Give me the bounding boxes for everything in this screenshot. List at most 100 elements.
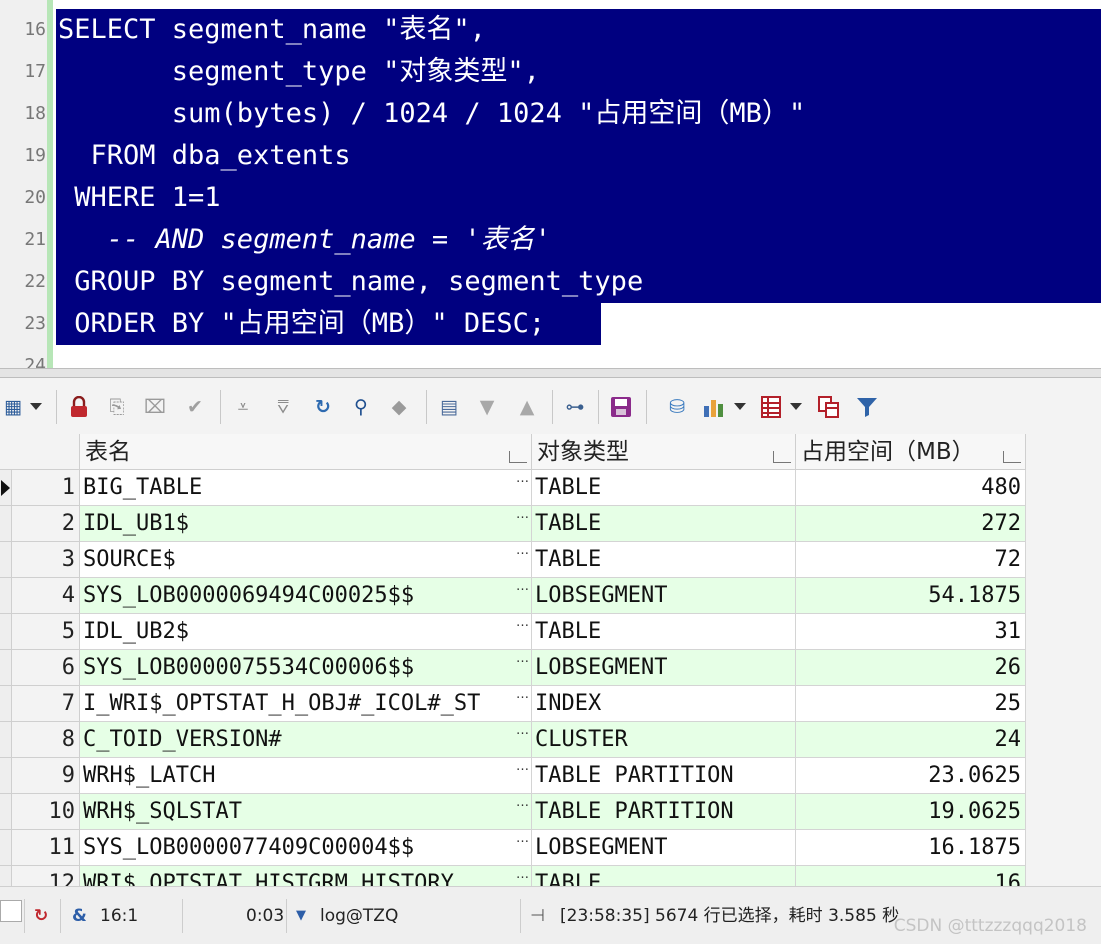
cell-space-mb[interactable]: 31 <box>796 614 1026 650</box>
cell-space-mb[interactable]: 25 <box>796 686 1026 722</box>
ellipsis-button[interactable]: … <box>516 688 529 701</box>
cell-segment-name[interactable]: IDL_UB1$… <box>80 506 532 542</box>
cell-segment-type[interactable]: TABLE PARTITION <box>532 794 796 830</box>
post-check-icon[interactable]: ✔ <box>182 394 208 420</box>
next-page-icon[interactable]: ▼ <box>474 394 500 420</box>
cell-space-mb[interactable]: 19.0625 <box>796 794 1026 830</box>
row-indicator[interactable] <box>0 506 12 542</box>
cell-space-mb[interactable]: 16 <box>796 866 1026 886</box>
connection-name[interactable]: log@TZQ <box>320 904 398 928</box>
ellipsis-button[interactable]: … <box>516 832 529 845</box>
code-line-comment[interactable]: -- AND segment_name = '表名' <box>58 219 551 261</box>
code-line[interactable]: ORDER BY "占用空间（MB）" DESC; <box>58 303 545 345</box>
code-line[interactable]: sum(bytes) / 1024 / 1024 "占用空间（MB）" <box>58 93 805 135</box>
cell-space-mb[interactable]: 26 <box>796 650 1026 686</box>
column-header-segment-name[interactable]: 表名 <box>80 434 532 470</box>
cell-space-mb[interactable]: 54.1875 <box>796 578 1026 614</box>
lock-icon[interactable] <box>66 394 92 420</box>
row-indicator[interactable] <box>0 470 12 506</box>
chevron-down-icon[interactable] <box>790 403 802 410</box>
cell-segment-type[interactable]: TABLE <box>532 614 796 650</box>
chart-icon[interactable] <box>700 394 726 420</box>
first-record-icon[interactable]: ⩡ <box>230 394 256 420</box>
cell-segment-type[interactable]: TABLE PARTITION <box>532 758 796 794</box>
code-line[interactable]: FROM dba_extents <box>58 135 351 177</box>
grid-view-icon[interactable] <box>758 394 784 420</box>
row-indicator[interactable] <box>0 794 12 830</box>
ellipsis-button[interactable]: … <box>516 724 529 737</box>
column-header-segment-type[interactable]: 对象类型 <box>532 434 796 470</box>
ellipsis-button[interactable]: … <box>516 760 529 773</box>
ellipsis-button[interactable]: … <box>516 508 529 521</box>
row-indicator[interactable] <box>0 758 12 794</box>
ellipsis-button[interactable]: … <box>516 616 529 629</box>
cell-segment-type[interactable]: INDEX <box>532 686 796 722</box>
cell-segment-type[interactable]: TABLE <box>532 506 796 542</box>
cell-space-mb[interactable]: 16.1875 <box>796 830 1026 866</box>
cell-segment-type[interactable]: TABLE <box>532 866 796 886</box>
cell-segment-name[interactable]: SOURCE$… <box>80 542 532 578</box>
export-tree-icon[interactable]: ⊶ <box>562 394 588 420</box>
cell-segment-name[interactable]: WRI$_OPTSTAT_HISTGRM_HISTORY… <box>80 866 532 886</box>
cell-segment-type[interactable]: LOBSEGMENT <box>532 650 796 686</box>
cell-segment-name[interactable]: SYS_LOB0000075534C00006$$… <box>80 650 532 686</box>
code-line[interactable]: segment_type "对象类型", <box>58 51 540 93</box>
cell-segment-name[interactable]: SYS_LOB0000069494C00025$$… <box>80 578 532 614</box>
cell-segment-name[interactable]: C_TOID_VERSION#… <box>80 722 532 758</box>
cell-segment-type[interactable]: TABLE <box>532 470 796 506</box>
code-line[interactable]: GROUP BY segment_name, segment_type <box>58 261 643 303</box>
cell-segment-type[interactable]: CLUSTER <box>532 722 796 758</box>
row-indicator[interactable] <box>0 650 12 686</box>
cell-segment-name[interactable]: WRH$_LATCH… <box>80 758 532 794</box>
cell-segment-name[interactable]: BIG_TABLE… <box>80 470 532 506</box>
code-line[interactable]: SELECT segment_name "表名", <box>58 9 486 51</box>
chevron-down-icon[interactable] <box>734 403 746 410</box>
data-icon[interactable]: ⛁ <box>664 394 690 420</box>
save-icon[interactable] <box>608 394 634 420</box>
row-indicator[interactable] <box>0 722 12 758</box>
chevron-down-icon[interactable] <box>30 403 42 410</box>
row-indicator[interactable] <box>0 830 12 866</box>
code-line[interactable]: WHERE 1=1 <box>58 177 220 219</box>
pane-splitter[interactable] <box>0 368 1101 378</box>
refresh-icon[interactable]: ↻ <box>310 394 336 420</box>
sql-editor[interactable]: 16 17 18 19 20 21 22 23 24 SELECT segmen… <box>0 0 1101 368</box>
cell-space-mb[interactable]: 272 <box>796 506 1026 542</box>
row-indicator[interactable] <box>0 614 12 650</box>
filter-icon[interactable] <box>854 394 880 420</box>
find-icon[interactable]: ⚲ <box>348 394 374 420</box>
last-record-icon[interactable]: ⩢ <box>270 394 296 420</box>
cell-space-mb[interactable]: 480 <box>796 470 1026 506</box>
clear-icon[interactable]: ◆ <box>386 394 412 420</box>
row-indicator[interactable] <box>0 686 12 722</box>
ellipsis-button[interactable]: … <box>516 796 529 809</box>
cell-segment-type[interactable]: TABLE <box>532 542 796 578</box>
cell-space-mb[interactable]: 23.0625 <box>796 758 1026 794</box>
ellipsis-button[interactable]: … <box>516 868 529 881</box>
ellipsis-button[interactable]: … <box>516 580 529 593</box>
ellipsis-button[interactable]: … <box>516 652 529 665</box>
transaction-icon[interactable]: ↻ <box>34 904 48 928</box>
ellipsis-button[interactable]: … <box>516 472 529 485</box>
cell-segment-type[interactable]: LOBSEGMENT <box>532 578 796 614</box>
query-by-example-icon[interactable]: ▤ <box>436 394 462 420</box>
row-indicator[interactable] <box>0 542 12 578</box>
pin-icon[interactable]: ⊣ <box>530 904 545 928</box>
prev-page-icon[interactable]: ▲ <box>514 394 540 420</box>
delete-row-icon[interactable]: ⌧ <box>142 394 168 420</box>
cell-segment-name[interactable]: SYS_LOB0000077409C00004$$… <box>80 830 532 866</box>
cell-segment-name[interactable]: WRH$_SQLSTAT… <box>80 794 532 830</box>
cell-space-mb[interactable]: 24 <box>796 722 1026 758</box>
cell-segment-name[interactable]: IDL_UB2$… <box>80 614 532 650</box>
cell-segment-name[interactable]: I_WRI$_OPTSTAT_H_OBJ#_ICOL#_ST… <box>80 686 532 722</box>
insert-row-icon[interactable]: ⎘ <box>104 394 130 420</box>
cell-segment-type[interactable]: LOBSEGMENT <box>532 830 796 866</box>
result-grid[interactable]: 表名 对象类型 占用空间（MB） 1 BIG_TABLE… TABLE 480 2 IDL… <box>0 434 1101 886</box>
record-view-icon[interactable] <box>816 394 842 420</box>
row-indicator[interactable] <box>0 866 12 886</box>
ellipsis-button[interactable]: … <box>516 544 529 557</box>
column-header-space-mb[interactable]: 占用空间（MB） <box>796 434 1026 470</box>
chevron-down-icon[interactable]: ▼ <box>296 904 306 928</box>
grid-options-icon[interactable]: ▦ <box>0 394 26 420</box>
row-indicator[interactable] <box>0 578 12 614</box>
